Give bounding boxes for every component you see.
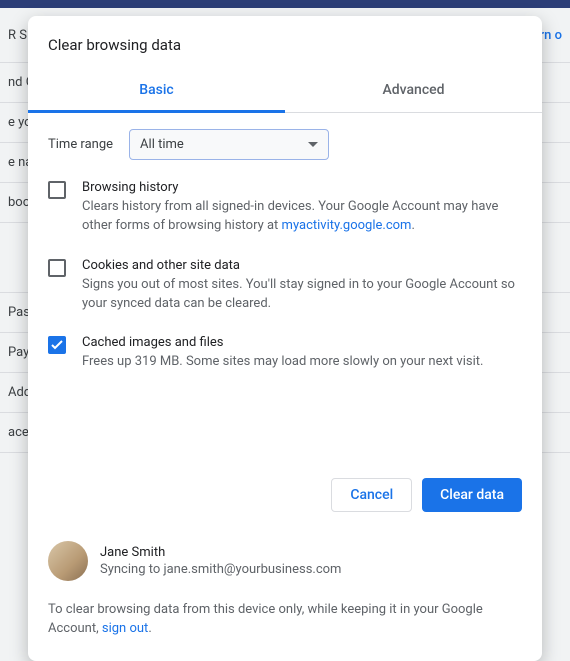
- user-row: Jane Smith Syncing to jane.smith@yourbus…: [28, 532, 542, 585]
- bg-text: boo: [8, 195, 30, 210]
- clear-data-button[interactable]: Clear data: [422, 478, 522, 512]
- user-sync-status: Syncing to jane.smith@yourbusiness.com: [100, 562, 341, 577]
- tab-advanced[interactable]: Advanced: [285, 70, 542, 112]
- option-text: Cookies and other site data Signs you ou…: [82, 258, 522, 314]
- footer-text: .: [148, 621, 151, 636]
- bg-text: R S: [8, 28, 27, 43]
- window-titlebar: [0, 0, 570, 8]
- option-title: Cookies and other site data: [82, 258, 522, 273]
- myactivity-link[interactable]: myactivity.google.com: [282, 218, 412, 233]
- time-range-value: All time: [140, 137, 184, 152]
- dialog-footer: To clear browsing data from this device …: [28, 585, 542, 661]
- time-range-select[interactable]: All time: [129, 129, 329, 160]
- user-name: Jane Smith: [100, 545, 341, 560]
- option-desc: Clears history from all signed-in device…: [82, 198, 522, 236]
- syncing-label: Syncing to: [100, 562, 160, 577]
- user-email: jane.smith@yourbusiness.com: [164, 562, 342, 577]
- checkbox-cookies[interactable]: [48, 259, 66, 277]
- option-desc-text: .: [411, 218, 414, 233]
- option-text: Browsing history Clears history from all…: [82, 180, 522, 236]
- sign-out-link[interactable]: sign out: [102, 621, 148, 636]
- bg-text: ace: [8, 425, 29, 440]
- time-range-label: Time range: [48, 137, 113, 152]
- dialog-buttons: Cancel Clear data: [28, 472, 542, 532]
- cancel-button[interactable]: Cancel: [331, 478, 412, 512]
- dialog-title: Clear browsing data: [28, 36, 542, 70]
- chevron-down-icon: [308, 137, 318, 152]
- checkbox-cached[interactable]: [48, 336, 66, 354]
- avatar: [48, 541, 88, 581]
- clear-browsing-data-dialog: Clear browsing data Basic Advanced Time …: [28, 16, 542, 661]
- bg-text: Pas: [8, 305, 30, 320]
- option-cached: Cached images and files Frees up 319 MB.…: [48, 335, 522, 372]
- option-desc: Frees up 319 MB. Some sites may load mor…: [82, 353, 483, 372]
- option-title: Browsing history: [82, 180, 522, 195]
- checkbox-browsing-history[interactable]: [48, 181, 66, 199]
- option-desc: Signs you out of most sites. You'll stay…: [82, 276, 522, 314]
- option-text: Cached images and files Frees up 319 MB.…: [82, 335, 483, 372]
- option-browsing-history: Browsing history Clears history from all…: [48, 180, 522, 236]
- time-range-row: Time range All time: [48, 129, 522, 160]
- option-cookies: Cookies and other site data Signs you ou…: [48, 258, 522, 314]
- dialog-tabs: Basic Advanced: [28, 70, 542, 113]
- dialog-content: Time range All time Browsing history Cle…: [28, 113, 542, 472]
- user-info: Jane Smith Syncing to jane.smith@yourbus…: [100, 545, 341, 577]
- spacer: [48, 394, 522, 464]
- option-title: Cached images and files: [82, 335, 483, 350]
- tab-basic[interactable]: Basic: [28, 70, 285, 113]
